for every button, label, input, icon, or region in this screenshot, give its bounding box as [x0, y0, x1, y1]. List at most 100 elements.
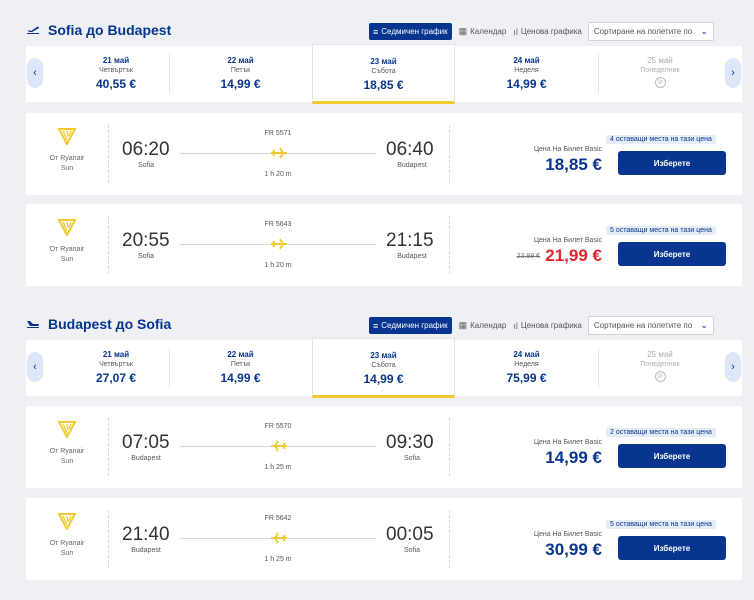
chevron-left-icon: ‹	[33, 361, 37, 373]
divider	[449, 418, 450, 476]
calendar-icon: ▦	[458, 26, 468, 36]
flight-duration: 1 h 25 m	[264, 556, 292, 563]
price-chart-button[interactable]: ıl Ценова графика	[513, 23, 582, 40]
seats-left-badge: 4 оставащи места на тази цена	[606, 135, 716, 144]
outbound-header: Sofia до Budapest ≡ Седмичен график ▦ Кале…	[26, 22, 742, 44]
prev-dates-button[interactable]: ‹	[27, 352, 43, 382]
calendar-view-button[interactable]: ▦ Календар	[459, 317, 507, 334]
select-flight-button[interactable]: Изберете	[618, 151, 726, 175]
date-cell[interactable]: 24 май Неделя 14,99 €	[455, 46, 598, 102]
date-cell[interactable]: 22 май Петък 14,99 €	[169, 46, 312, 102]
date-cell[interactable]: 24 май Неделя 75,99 €	[455, 340, 598, 396]
seats-left-badge: 5 оставащи места на тази цена	[606, 520, 716, 529]
fare-label: Цена На Билет Basic	[533, 237, 602, 244]
inbound-header: Budapest до Sofia ≡ Седмичен график ▦ Кале…	[26, 316, 742, 338]
flight-number: FR 5570	[264, 423, 292, 430]
arrival-city: Budapest	[397, 253, 427, 260]
list-icon: ≡	[373, 320, 379, 331]
prev-dates-button[interactable]: ‹	[27, 58, 43, 88]
plane-icon	[271, 532, 287, 544]
next-dates-button[interactable]: ›	[725, 58, 741, 88]
chevron-down-icon: ⌄	[700, 320, 708, 330]
flight-price: 30,99 €	[545, 540, 602, 559]
plane-landing-icon	[27, 321, 39, 328]
chevron-left-icon: ‹	[33, 67, 37, 79]
departure-city: Sofia	[138, 253, 154, 260]
plane-takeoff-icon	[27, 26, 39, 34]
departure-city: Sofia	[138, 162, 154, 169]
unavailable-icon: ⊘	[654, 371, 666, 382]
arrival-time: 00:05	[386, 524, 434, 545]
old-price: 23,99 €	[516, 253, 540, 260]
flight-price: 14,99 €	[545, 448, 602, 467]
date-cell[interactable]: 21 май Четвъртък 40,55 €	[46, 46, 186, 102]
fare-label: Цена На Билет Basic	[533, 146, 602, 153]
date-cell[interactable]: 22 май Петък 14,99 €	[169, 340, 312, 396]
date-cell-unavailable: 25 май Понеделник ⊘	[640, 350, 680, 382]
weekly-view-button[interactable]: ≡ Седмичен график	[369, 317, 452, 334]
unavailable-icon: ⊘	[654, 77, 666, 88]
inbound-date-strip: ‹ 21 май Четвъртък 27,07 € 22 май Петък …	[26, 338, 742, 398]
weekly-view-button[interactable]: ≡ Седмичен график	[369, 23, 452, 40]
sort-select[interactable]: Сортиране на полетите по ⌄	[587, 22, 714, 41]
airline-info: От Ryanair Sun	[26, 204, 108, 286]
chevron-right-icon: ›	[731, 67, 735, 79]
chevron-right-icon: ›	[731, 361, 735, 373]
plane-icon	[271, 147, 287, 159]
bar-chart-icon: ıl	[513, 320, 518, 331]
ryanair-harp-logo-icon	[57, 513, 77, 532]
flight-duration: 1 h 20 m	[264, 262, 292, 269]
flight-number: FR 5571	[264, 130, 292, 137]
divider	[108, 418, 109, 476]
divider	[449, 510, 450, 568]
arrival-city: Sofia	[404, 547, 420, 554]
select-flight-button[interactable]: Изберете	[618, 242, 726, 266]
seats-left-badge: 2 оставащи места на тази цена	[606, 428, 716, 437]
fare-label: Цена На Билет Basic	[533, 531, 602, 538]
outbound-date-strip: ‹ 21 май Четвъртък 40,55 € 22 май Петък …	[26, 44, 742, 104]
divider	[449, 216, 450, 274]
airline-info: От Ryanair Sun	[26, 113, 108, 195]
next-dates-button[interactable]: ›	[725, 352, 741, 382]
date-cell-selected[interactable]: 23 май Събота 18,85 €	[312, 44, 455, 104]
flight-price: 18,85 €	[545, 155, 602, 174]
date-cell[interactable]: 21 май Четвъртък 27,07 €	[46, 340, 186, 396]
arrival-time: 06:40	[386, 139, 434, 160]
flight-card: От Ryanair Sun 21:40 Budapest FR 5642 1 …	[26, 498, 742, 580]
date-cell-selected[interactable]: 23 май Събота 14,99 €	[312, 338, 455, 398]
departure-time: 06:20	[122, 139, 170, 160]
ryanair-harp-logo-icon	[57, 128, 77, 147]
arrival-city: Sofia	[404, 455, 420, 462]
select-flight-button[interactable]: Изберете	[618, 444, 726, 468]
flight-number: FR 5643	[264, 221, 292, 228]
flight-card: От Ryanair Sun 06:20 Sofia FR 5571 1 h 2…	[26, 113, 742, 195]
divider	[108, 125, 109, 183]
flight-duration: 1 h 20 m	[264, 171, 292, 178]
departure-time: 21:40	[122, 524, 170, 545]
departure-city: Budapest	[131, 547, 161, 554]
bar-chart-icon: ıl	[513, 26, 518, 37]
divider	[449, 125, 450, 183]
inbound-title: Budapest до Sofia	[26, 316, 171, 332]
price-chart-button[interactable]: ıl Ценова графика	[513, 317, 582, 334]
arrival-time: 21:15	[386, 230, 434, 251]
departure-time: 07:05	[122, 432, 170, 453]
airline-info: От Ryanair Sun	[26, 406, 108, 488]
inbound-view-controls: ≡ Седмичен график ▦ Календар ıl Ценова граф…	[369, 316, 714, 335]
airline-info: От Ryanair Sun	[26, 498, 108, 580]
divider	[108, 216, 109, 274]
plane-icon	[271, 238, 287, 250]
arrival-city: Budapest	[397, 162, 427, 169]
flight-number: FR 5642	[264, 515, 292, 522]
select-flight-button[interactable]: Изберете	[618, 536, 726, 560]
calendar-view-button[interactable]: ▦ Календар	[459, 23, 507, 40]
flight-card: От Ryanair Sun 20:55 Sofia FR 5643 1 h 2…	[26, 204, 742, 286]
sort-select[interactable]: Сортиране на полетите по ⌄	[587, 316, 714, 335]
plane-icon	[271, 440, 287, 452]
ryanair-harp-logo-icon	[57, 219, 77, 238]
arrival-time: 09:30	[386, 432, 434, 453]
chevron-down-icon: ⌄	[700, 26, 708, 36]
sale-price: 21,99 €	[545, 246, 602, 265]
list-icon: ≡	[373, 26, 379, 37]
calendar-icon: ▦	[458, 320, 468, 330]
